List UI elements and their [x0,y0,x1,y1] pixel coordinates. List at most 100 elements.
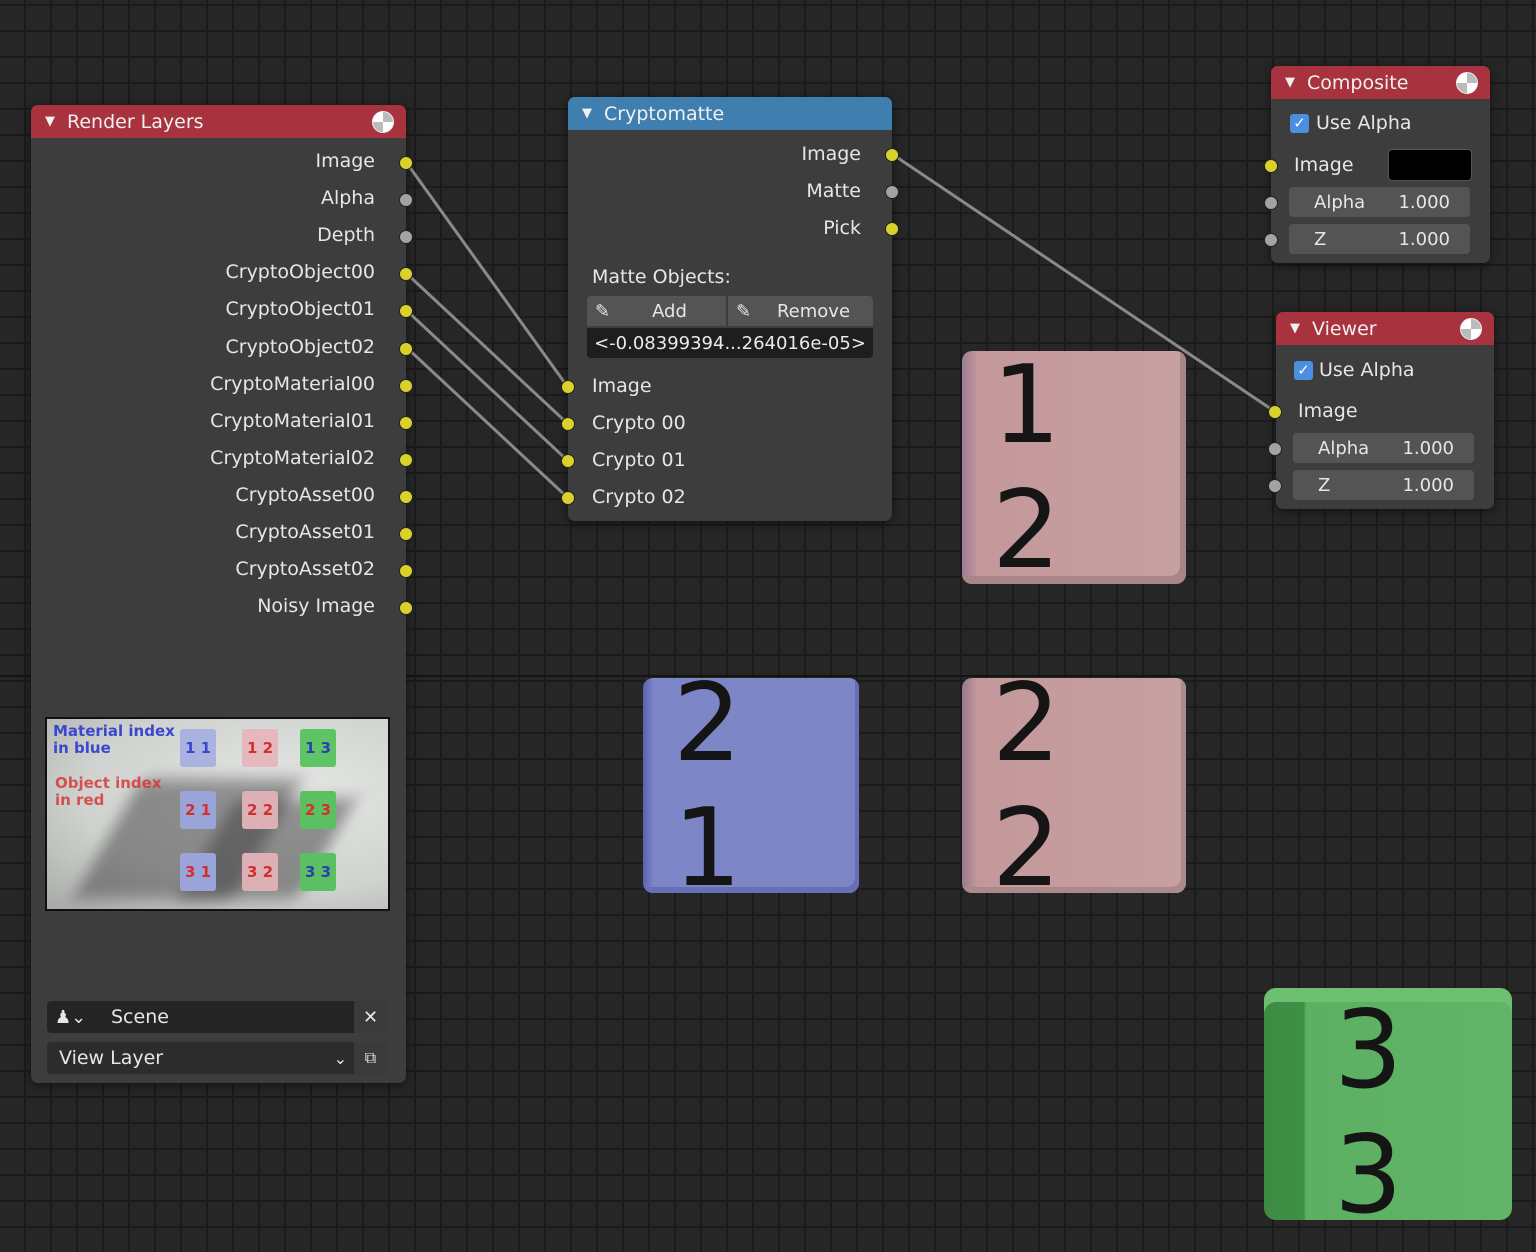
input-socket-image[interactable] [561,380,575,394]
input-socket-crypto-02[interactable] [561,491,575,505]
output-socket-cryptomaterial01[interactable] [399,415,413,430]
output-label-depth: Depth [317,224,375,247]
image-input-label: Image [1294,154,1354,176]
output-label-cryptoasset00: CryptoAsset00 [235,483,375,506]
z-value: 1.000 [1398,228,1450,250]
node-title: Viewer [1312,317,1377,340]
scene-selector[interactable]: ♟⌄ Scene ✕ [47,1001,387,1033]
output-socket-cryptomaterial02[interactable] [399,452,413,467]
cube-label: 2 2 [992,660,1095,911]
z-field[interactable]: Z 1.000 [1293,470,1474,500]
render-layers-header[interactable]: ▼ Render Layers [31,105,406,138]
output-label-noisy-image: Noisy Image [257,595,375,618]
input-label-image: Image [592,375,652,397]
alpha-input-socket[interactable] [1268,442,1282,456]
render-icon [372,111,394,133]
output-socket-alpha[interactable] [399,193,413,208]
scene-icon[interactable]: ♟⌄ [55,1007,86,1028]
collapse-icon[interactable]: ▼ [582,106,592,121]
cube-1-2: 1 2 [962,343,1186,593]
collapse-icon[interactable]: ▼ [45,114,55,129]
render-layers-node[interactable]: ▼ Render Layers [31,105,406,1083]
input-label-crypto-02: Crypto 02 [592,486,686,508]
output-label-alpha: Alpha [320,187,375,210]
add-button[interactable]: ✎ Add [587,296,726,326]
output-label-cryptomaterial02: CryptoMaterial02 [210,446,375,469]
output-label-cryptoobject02: CryptoObject02 [225,335,375,358]
use-alpha-checkbox[interactable]: ✓ [1290,114,1309,133]
output-label-cryptoasset02: CryptoAsset02 [235,558,375,581]
alpha-field[interactable]: Alpha 1.000 [1289,187,1470,217]
output-socket-cryptoasset01[interactable] [399,527,413,541]
image-input-socket[interactable] [1264,159,1278,173]
output-socket-image[interactable] [885,148,899,162]
z-label: Z [1318,474,1331,496]
node-title: Composite [1307,71,1409,94]
render-preview-image: Material index in blue Object index in r… [45,717,390,911]
alpha-input-socket[interactable] [1264,196,1278,210]
link-image-to-cryptomatte [404,161,569,387]
output-socket-cryptoobject02[interactable] [399,341,413,356]
output-socket-matte[interactable] [885,185,899,199]
composite-header[interactable]: ▼ Composite [1271,66,1490,99]
output-label-cryptoobject00: CryptoObject00 [225,261,375,284]
link-cryptoobject01-to-crypto01 [404,308,569,462]
image-input-label: Image [1298,400,1358,422]
view-layer-selector[interactable]: View Layer ⌄ ⧉ [47,1042,387,1074]
view-layer-icon[interactable]: ⧉ [354,1042,387,1074]
output-label-cryptomaterial01: CryptoMaterial01 [210,409,375,432]
use-alpha-checkbox[interactable]: ✓ [1294,361,1313,380]
alpha-label: Alpha [1318,437,1370,459]
cube-label: 2 1 [673,660,776,911]
preview-cube: 3 3 [300,853,336,891]
object-index-label: Object index in red [55,774,162,809]
preview-cube: 2 2 [242,791,278,829]
output-socket-image[interactable] [399,156,413,170]
chevron-down-icon: ⌄ [333,1048,347,1068]
preview-cube: 3 2 [242,853,278,891]
close-icon[interactable]: ✕ [354,1001,387,1033]
z-field[interactable]: Z 1.000 [1289,224,1470,254]
collapse-icon[interactable]: ▼ [1290,321,1300,336]
image-color-swatch[interactable] [1388,149,1472,181]
output-label-pick: Pick [823,217,861,239]
matte-id-field[interactable]: <-0.08399394...264016e-05> [587,328,873,358]
cube-label: 1 2 [992,342,1095,593]
output-label-matte: Matte [806,180,861,202]
input-socket-crypto-01[interactable] [561,454,575,468]
render-icon [1460,318,1482,340]
scene-name-field[interactable]: Scene [111,1006,169,1028]
output-socket-cryptomaterial00[interactable] [399,378,413,393]
cube-2-2: 2 2 [962,661,1186,911]
input-label-crypto-01: Crypto 01 [592,449,686,471]
image-input-socket[interactable] [1268,405,1282,419]
render-icon [1456,72,1478,94]
output-socket-cryptoasset02[interactable] [399,564,413,579]
output-socket-pick[interactable] [885,222,899,236]
viewer-header[interactable]: ▼ Viewer [1276,312,1494,345]
alpha-field[interactable]: Alpha 1.000 [1293,433,1474,463]
remove-label: Remove [776,300,851,322]
collapse-icon[interactable]: ▼ [1285,75,1295,90]
preview-cube: 1 1 [180,729,216,767]
z-input-socket[interactable] [1264,233,1278,247]
eyedropper-icon: ✎ [595,300,611,322]
input-socket-crypto-00[interactable] [561,417,575,431]
preview-cube: 2 1 [180,791,216,829]
z-input-socket[interactable] [1268,479,1282,493]
z-value: 1.000 [1402,474,1454,496]
node-title: Render Layers [67,110,204,133]
output-socket-cryptoasset00[interactable] [399,489,413,504]
eyedropper-icon: ✎ [736,300,752,322]
cube-3-3: 3 3 [1264,988,1512,1238]
node-title: Cryptomatte [604,102,725,125]
output-label-cryptoasset01: CryptoAsset01 [235,521,375,543]
remove-button[interactable]: ✎ Remove [728,296,873,326]
use-alpha-label: Use Alpha [1319,359,1415,381]
preview-cube: 1 2 [242,729,278,767]
alpha-label: Alpha [1314,191,1366,213]
cryptomatte-header[interactable]: ▼ Cryptomatte [568,97,892,130]
output-label-cryptomaterial00: CryptoMaterial00 [210,372,375,395]
matte-id-value: <-0.08399394...264016e-05> [594,332,866,354]
output-label-cryptoobject01: CryptoObject01 [225,298,375,321]
